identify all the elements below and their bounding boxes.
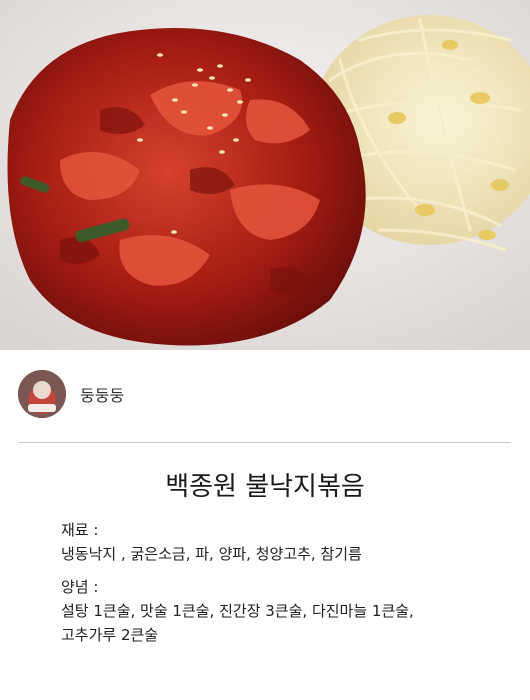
sauce-label: 양념 : <box>61 578 99 596</box>
author-row[interactable]: 둥둥둥 <box>18 370 124 418</box>
author-avatar[interactable] <box>18 370 66 418</box>
sauce-text-line2: 고추가루 2큰술 <box>61 626 159 644</box>
avatar-image <box>18 370 66 418</box>
recipe-title: 백종원 불낙지볶음 <box>165 472 365 502</box>
recipe-photo <box>0 0 530 350</box>
stir-fried-octopus-image <box>0 0 530 350</box>
ingredients-section: 재료 : 냉동낙지 , 굵은소금, 파, 양파, 청양고추, 참기름 <box>61 519 516 566</box>
sauce-section: 양념 : 설탕 1큰술, 맛술 1큰술, 진간장 3큰술, 다진마늘 1큰술, … <box>61 576 516 647</box>
ingredients-text: 냉동낙지 , 굵은소금, 파, 양파, 청양고추, 참기름 <box>61 545 362 563</box>
divider <box>19 442 511 443</box>
author-name[interactable]: 둥둥둥 <box>80 382 124 406</box>
sauce-text-line1: 설탕 1큰술, 맛술 1큰술, 진간장 3큰술, 다진마늘 1큰술, <box>61 602 414 620</box>
ingredients-label: 재료 : <box>61 521 99 539</box>
